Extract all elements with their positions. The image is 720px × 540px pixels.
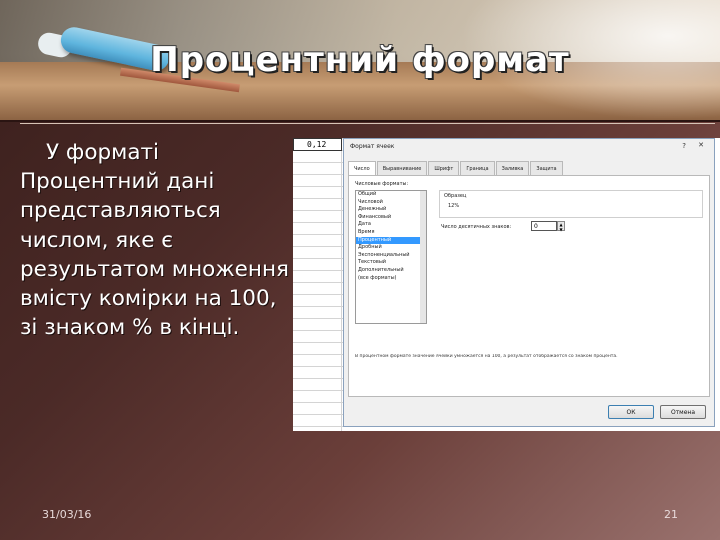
- dialog-title: Формат ячеек: [350, 143, 395, 150]
- number-tab-pane: Числовые форматы: Общий Числовой Денежны…: [348, 175, 710, 397]
- body-paragraph: У форматі Процентний дані представляютьс…: [20, 138, 290, 343]
- close-icon[interactable]: ✕: [694, 141, 708, 151]
- cancel-button[interactable]: Отмена: [660, 405, 706, 419]
- format-general[interactable]: Общий: [356, 191, 426, 199]
- format-description: В процентном формате значение ячейки умн…: [355, 354, 618, 359]
- sample-box: Образец 12%: [439, 190, 703, 218]
- slide: Процентний формат У форматі Процентний д…: [0, 0, 720, 540]
- format-currency[interactable]: Денежный: [356, 206, 426, 214]
- slide-title: Процентний формат: [150, 40, 570, 80]
- title-divider-light: [20, 123, 715, 124]
- format-date[interactable]: Дата: [356, 221, 426, 229]
- cell-value: 0,12: [307, 140, 327, 149]
- page-number: 21: [664, 508, 678, 521]
- tab-fill[interactable]: Заливка: [495, 161, 530, 176]
- sample-value: 12%: [448, 203, 460, 209]
- tab-font[interactable]: Шрифт: [428, 161, 460, 176]
- tab-alignment[interactable]: Выравнивание: [376, 161, 428, 176]
- help-icon[interactable]: ?: [682, 142, 686, 150]
- spreadsheet-grid: 0,12: [293, 138, 343, 431]
- tab-border[interactable]: Граница: [460, 161, 495, 176]
- title-divider: [0, 120, 720, 122]
- decimal-places-input[interactable]: 0: [531, 221, 557, 231]
- body-text: У форматі Процентний дані представляютьс…: [20, 140, 289, 341]
- format-list-scrollbar[interactable]: [420, 191, 426, 323]
- format-list: Общий Числовой Денежный Финансовый Дата …: [355, 190, 427, 324]
- format-custom[interactable]: (все форматы): [356, 275, 426, 283]
- slide-date: 31/03/16: [42, 508, 92, 521]
- format-cells-dialog: Формат ячеек ? ✕ Число Выравнивание Шриф…: [343, 138, 715, 427]
- excel-screenshot: 0,12 Формат ячеек ? ✕ Число Выравнивание…: [293, 138, 720, 431]
- tab-number[interactable]: Число: [348, 161, 376, 176]
- decimal-spinner[interactable]: ▲ ▼: [557, 221, 565, 232]
- format-accounting[interactable]: Финансовый: [356, 214, 426, 222]
- tab-protection[interactable]: Защита: [530, 161, 563, 176]
- formats-label: Числовые форматы:: [355, 181, 409, 187]
- format-special[interactable]: Дополнительный: [356, 267, 426, 275]
- format-text[interactable]: Текстовый: [356, 259, 426, 267]
- format-time[interactable]: Время: [356, 229, 426, 237]
- dialog-tabs: Число Выравнивание Шрифт Граница Заливка…: [348, 161, 564, 176]
- sample-label: Образец: [444, 193, 467, 199]
- decimal-places-label: Число десятичных знаков:: [441, 224, 512, 230]
- format-fraction[interactable]: Дробный: [356, 244, 426, 252]
- ok-button[interactable]: ОК: [608, 405, 654, 419]
